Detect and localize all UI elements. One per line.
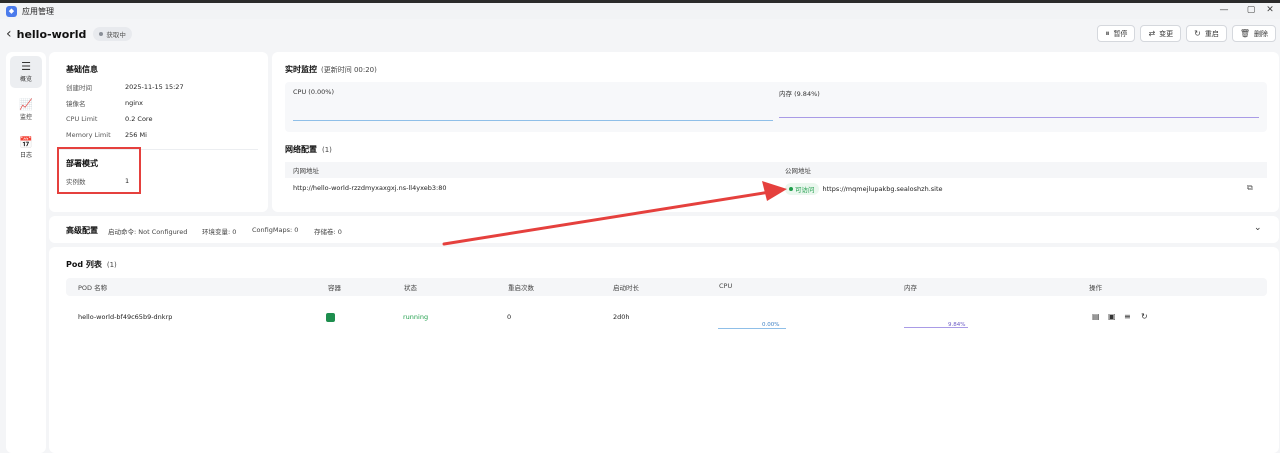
annotation-arrow	[442, 181, 787, 246]
arrow-head	[762, 181, 787, 201]
arrow-shaft	[442, 190, 772, 246]
